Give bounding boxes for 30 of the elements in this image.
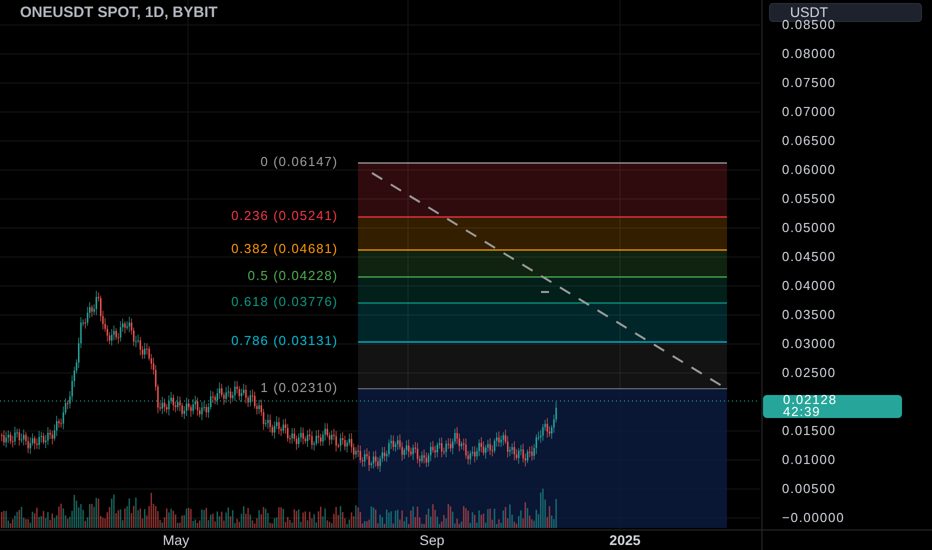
fib-level-label: 0.5 (0.04228) xyxy=(248,269,338,283)
price-axis-label: 0.06000 xyxy=(782,163,836,177)
dash-mark xyxy=(541,291,549,293)
fib-level-label: 0.382 (0.04681) xyxy=(231,242,338,256)
price-axis-label: 0.07500 xyxy=(782,76,836,90)
chart-title: ONEUSDT SPOT, 1D, BYBIT xyxy=(20,3,218,23)
price-axis-label: 0.07000 xyxy=(782,105,836,119)
fib-level-label: 1 (0.02310) xyxy=(260,381,338,395)
time-axis-label: May xyxy=(162,532,190,548)
price-axis-label: 0.04500 xyxy=(782,250,836,264)
time-axis-label: Sep xyxy=(420,532,444,548)
price-axis-label: 0.04000 xyxy=(782,279,836,293)
countdown-timer: 42:39 xyxy=(783,406,821,418)
price-axis-label: 0.05500 xyxy=(782,192,836,206)
fib-level-label: 0.618 (0.03776) xyxy=(231,295,338,309)
price-axis-label: 0.01500 xyxy=(782,424,836,438)
time-axis-label: 2025 xyxy=(609,532,641,548)
price-axis-label: 0.06500 xyxy=(782,134,836,148)
price-axis-label: 0.00500 xyxy=(782,482,836,496)
price-axis-label: 0.03500 xyxy=(782,308,836,322)
current-price: 0.02128 xyxy=(783,394,837,406)
price-axis-label: −0.00000 xyxy=(782,511,845,525)
price-axis-label: 0.02500 xyxy=(782,366,836,380)
price-axis-label: 0.01000 xyxy=(782,453,836,467)
fib-level-label: 0.786 (0.03131) xyxy=(231,334,338,348)
fib-level-label: 0 (0.06147) xyxy=(260,155,338,169)
price-axis-label: 0.03000 xyxy=(782,337,836,351)
price-axis-label: 0.08000 xyxy=(782,47,836,61)
fib-level-label: 0.236 (0.05241) xyxy=(231,209,338,223)
price-axis-label: 0.05000 xyxy=(782,221,836,235)
